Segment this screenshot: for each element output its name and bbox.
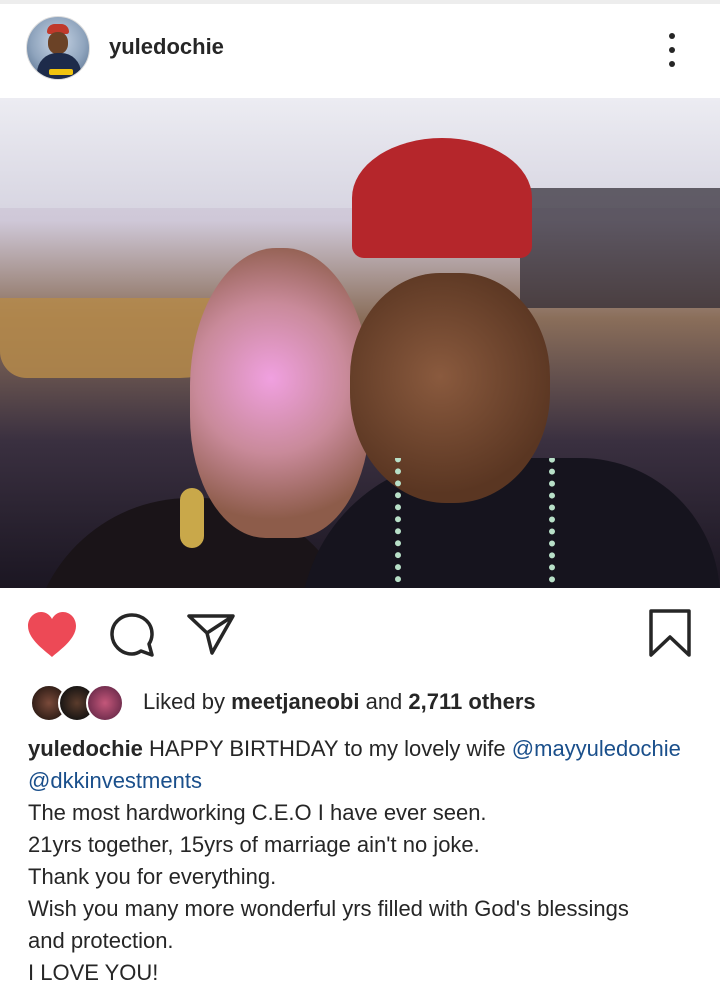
caption-line: The most hardworking C.E.O I have ever s…	[28, 800, 487, 825]
likes-row: Liked by meetjaneobi and 2,711 others	[0, 680, 720, 724]
post-caption: yuledochie HAPPY BIRTHDAY to my lovely w…	[28, 733, 708, 989]
more-options-icon[interactable]	[665, 30, 679, 70]
post-actions-bar	[0, 588, 720, 678]
caption-line: 21yrs together, 15yrs of marriage ain't …	[28, 832, 480, 857]
liker-avatars	[30, 684, 130, 722]
bookmark-icon[interactable]	[648, 608, 692, 658]
likes-prefix: Liked by	[143, 689, 225, 714]
profile-avatar[interactable]	[26, 16, 90, 80]
caption-mention[interactable]: @mayyuledochie	[512, 736, 681, 761]
likes-text[interactable]: Liked by meetjaneobi and 2,711 others	[143, 689, 536, 715]
caption-text: HAPPY BIRTHDAY to my lovely wife	[149, 736, 506, 761]
caption-line: yuledochie HAPPY BIRTHDAY to my lovely w…	[28, 733, 708, 765]
caption-line: I LOVE YOU!	[28, 960, 159, 985]
likes-and: and	[365, 689, 403, 714]
caption-mention[interactable]: @dkkinvestments	[28, 768, 202, 793]
caption-line: and protection.	[28, 928, 174, 953]
share-icon[interactable]	[186, 612, 236, 656]
post-username[interactable]: yuledochie	[109, 34, 224, 60]
caption-line: @dkkinvestments	[28, 765, 708, 797]
post-photo[interactable]	[0, 98, 720, 588]
caption-line: Thank you for everything.	[28, 864, 277, 889]
liker-avatar[interactable]	[86, 684, 124, 722]
post-header: yuledochie	[0, 4, 720, 98]
liker-username[interactable]: meetjaneobi	[231, 689, 359, 714]
caption-line: Wish you many more wonderful yrs filled …	[28, 896, 629, 921]
heart-icon[interactable]	[25, 610, 79, 660]
caption-username[interactable]: yuledochie	[28, 736, 143, 761]
likes-count[interactable]: 2,711 others	[408, 689, 535, 714]
comment-icon[interactable]	[108, 612, 156, 658]
